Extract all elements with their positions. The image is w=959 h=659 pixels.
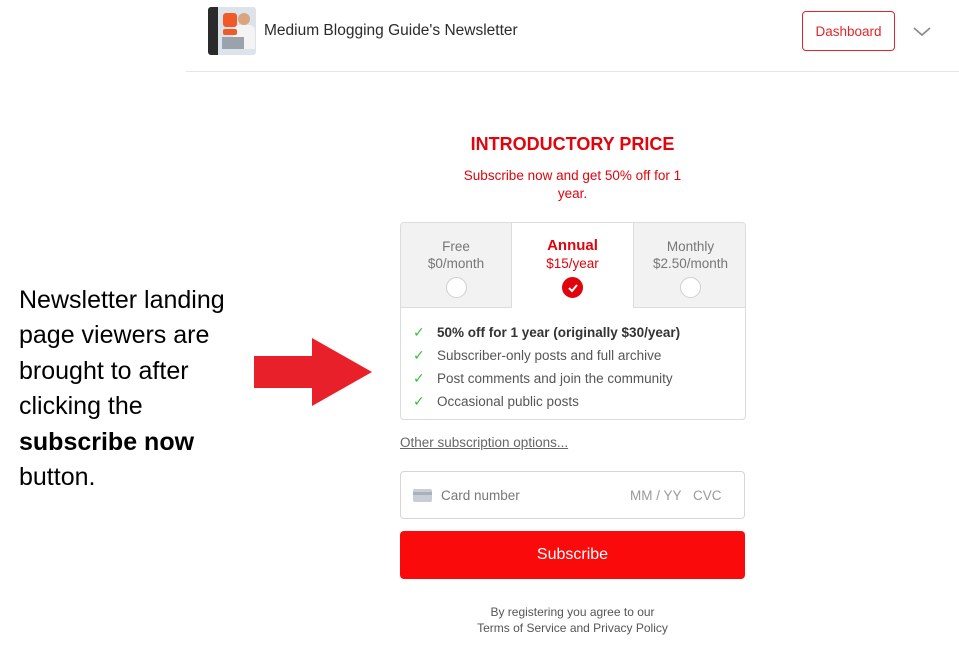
- checkmark-icon: [568, 284, 578, 293]
- check-icon: ✓: [413, 324, 425, 340]
- plan-name: Free: [442, 239, 470, 254]
- check-icon: ✓: [413, 370, 425, 386]
- card-number-field[interactable]: Card number: [441, 488, 520, 503]
- annotation-line: clicking the: [19, 392, 143, 421]
- card-expiry-field[interactable]: MM / YY: [630, 488, 682, 503]
- annotation-line: Newsletter landing: [19, 286, 225, 314]
- annotation-line: button.: [19, 463, 96, 492]
- subscribe-button[interactable]: Subscribe: [400, 531, 745, 579]
- plan-selector: Free $0/month Annual $15/year Monthly $2…: [400, 222, 746, 420]
- feature-item: ✓ Subscriber-only posts and full archive: [413, 347, 662, 363]
- legal-text: By registering you agree to our Terms of…: [400, 604, 745, 636]
- feature-item: ✓ 50% off for 1 year (originally $30/year…: [413, 324, 681, 340]
- plan-price: $15/year: [546, 256, 599, 271]
- other-subscription-options-link[interactable]: Other subscription options...: [400, 435, 568, 450]
- feature-item: ✓ Post comments and join the community: [413, 370, 673, 386]
- annotation-line: brought to after: [19, 356, 189, 385]
- credit-card-icon: [413, 489, 432, 502]
- chevron-down-icon[interactable]: [912, 22, 932, 42]
- plan-price: $2.50/month: [652, 256, 729, 271]
- plan-option-annual[interactable]: Annual $15/year: [512, 223, 633, 308]
- legal-line: By registering you agree to our: [490, 605, 655, 619]
- check-icon: ✓: [413, 393, 425, 409]
- card-input[interactable]: Card number MM / YY CVC: [400, 471, 745, 519]
- terms-privacy-link[interactable]: Terms of Service and Privacy Policy: [400, 620, 745, 636]
- red-arrow-icon: [254, 338, 372, 406]
- card-cvc-field[interactable]: CVC: [693, 488, 722, 503]
- plan-price: $0/month: [427, 256, 485, 271]
- feature-item: ✓ Occasional public posts: [413, 393, 579, 409]
- plan-radio-checked[interactable]: [562, 277, 583, 298]
- plan-name: Monthly: [666, 239, 715, 254]
- publication-logo[interactable]: [208, 7, 256, 55]
- feature-list: ✓ 50% off for 1 year (originally $30/year…: [413, 321, 743, 413]
- plan-radio[interactable]: [680, 277, 701, 298]
- annotation-text: Newsletter landing page viewers are brou…: [19, 283, 259, 495]
- annotation-bold: subscribe now: [19, 427, 195, 456]
- check-icon: ✓: [413, 347, 425, 363]
- promo-title: INTRODUCTORY PRICE: [470, 134, 675, 154]
- dashboard-button[interactable]: Dashboard: [802, 11, 895, 51]
- plan-option-free[interactable]: Free $0/month: [401, 223, 512, 308]
- annotation-line: page viewers are: [19, 321, 210, 350]
- plan-option-monthly[interactable]: Monthly $2.50/month: [633, 223, 745, 308]
- top-header: Medium Blogging Guide's Newsletter Dashb…: [186, 0, 959, 72]
- publication-name[interactable]: Medium Blogging Guide's Newsletter: [264, 22, 518, 40]
- promo-subtitle: Subscribe now and get 50% off for 1 year…: [463, 168, 682, 201]
- plan-radio[interactable]: [445, 277, 467, 298]
- plan-name: Annual: [547, 237, 598, 254]
